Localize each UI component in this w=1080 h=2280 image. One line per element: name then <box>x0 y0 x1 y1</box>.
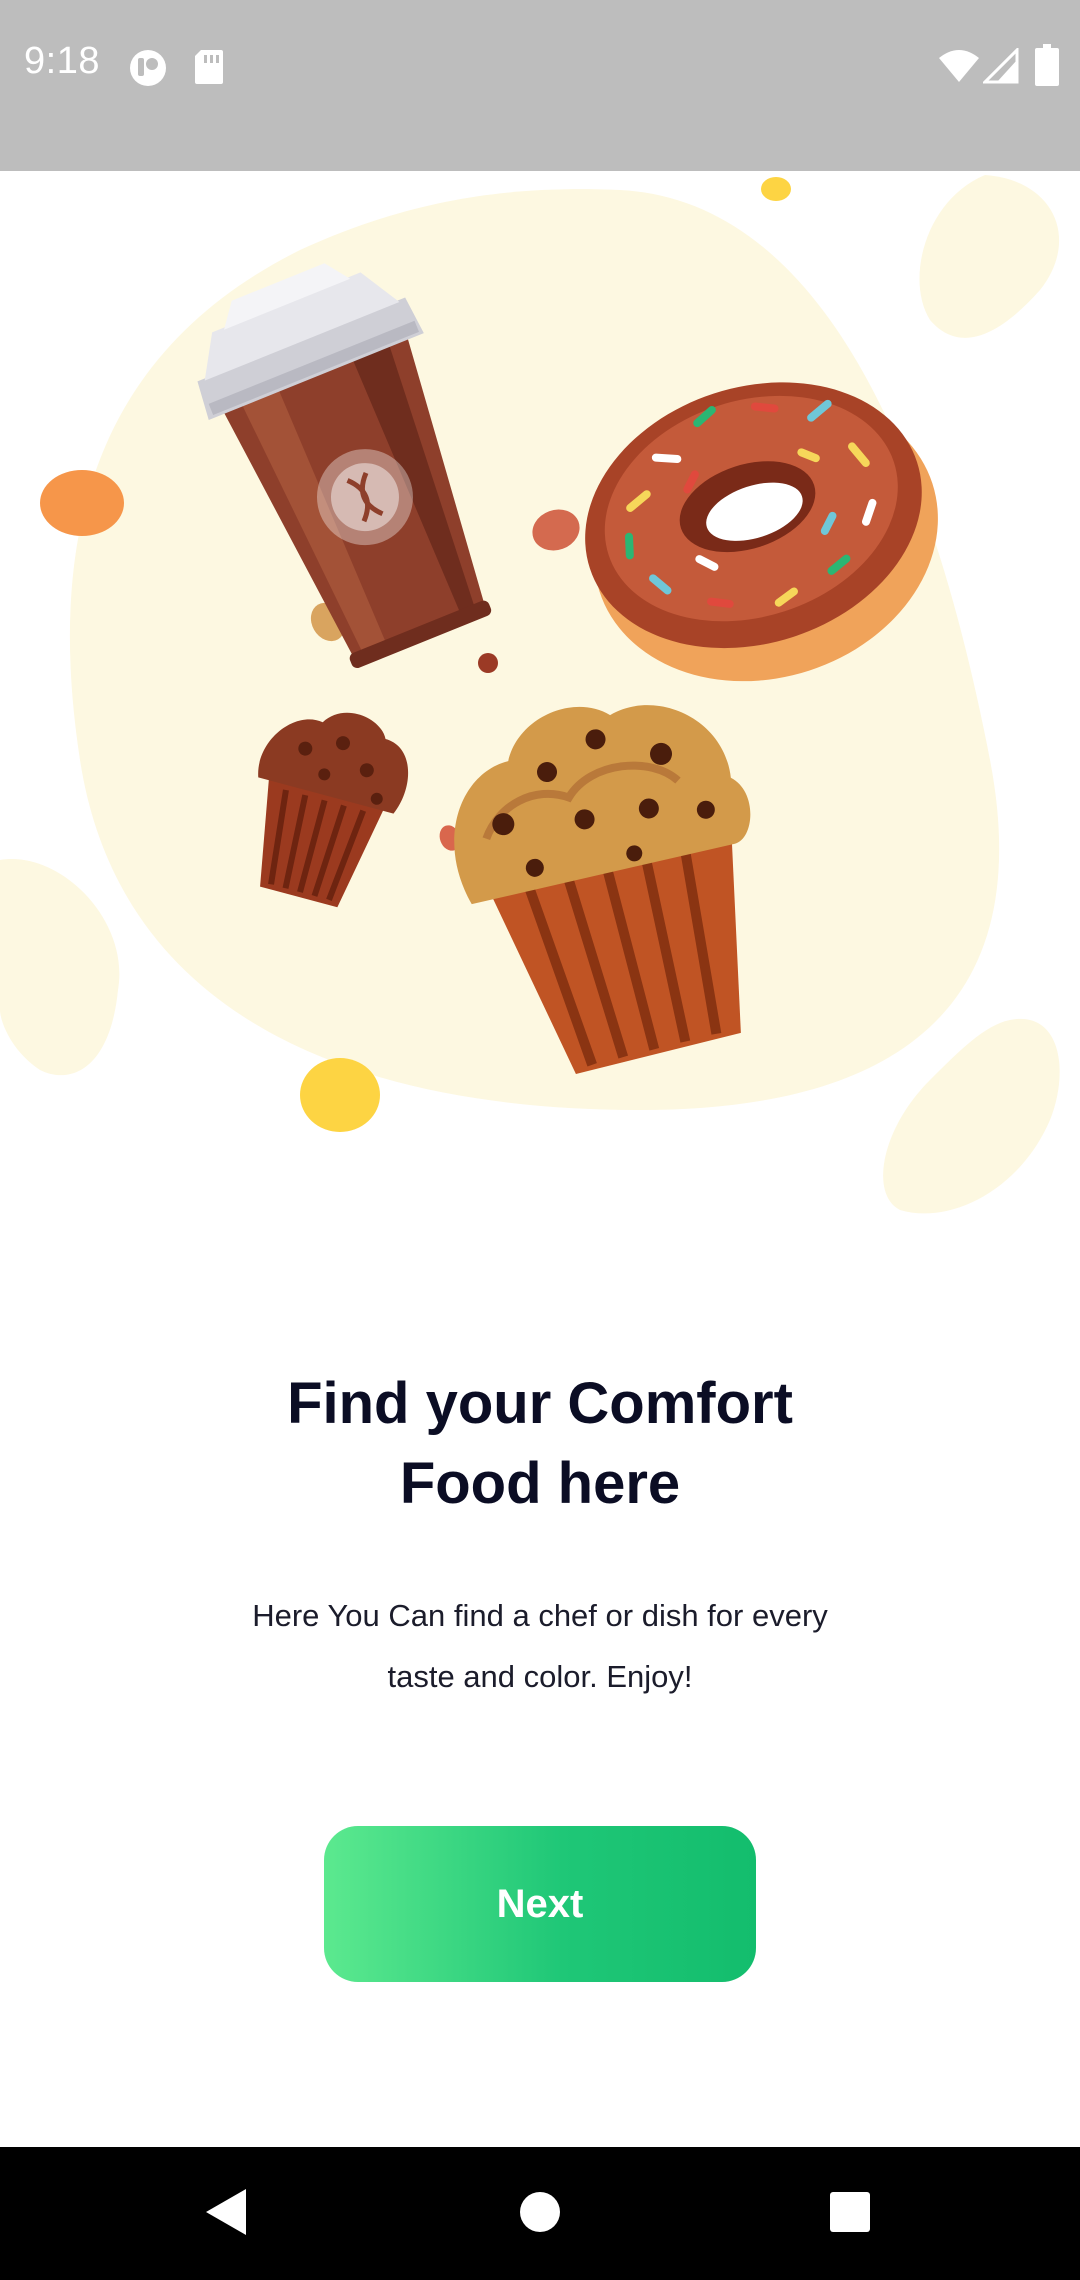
wifi-icon <box>939 50 979 82</box>
title-line-1: Find your Comfort <box>287 1371 793 1436</box>
cellular-signal-icon <box>983 48 1019 84</box>
profile-badge-icon <box>130 50 166 86</box>
title-line-2: Food here <box>399 1451 681 1516</box>
status-time: 9:18 <box>24 40 100 82</box>
blob-top-right <box>919 175 1060 338</box>
brown-dot <box>478 653 498 673</box>
back-icon[interactable] <box>204 2187 248 2237</box>
yellow-dot-top <box>761 177 791 201</box>
sd-card-icon <box>195 50 223 84</box>
battery-icon <box>1035 44 1059 86</box>
next-button[interactable]: Next <box>324 1826 756 1982</box>
next-button-label: Next <box>496 1881 584 1926</box>
subtitle-line-1: Here You Can find a chef or dish for eve… <box>252 1598 828 1633</box>
blob-bottom-right <box>883 1018 1060 1214</box>
status-bar: 9:18 <box>0 0 1080 171</box>
recents-icon[interactable] <box>829 2191 871 2233</box>
blob-left <box>0 859 120 1076</box>
home-icon[interactable] <box>519 2191 561 2233</box>
onboarding-subtitle: Here You Can find a chef or dish for eve… <box>140 1585 940 1707</box>
yellow-drop-bottom <box>300 1058 380 1132</box>
food-illustration <box>0 175 1060 1214</box>
subtitle-line-2: taste and color. Enjoy! <box>387 1659 693 1694</box>
onboarding-title: Find your Comfort Food here <box>140 1364 940 1524</box>
navigation-bar <box>0 2147 1080 2280</box>
orange-drop <box>40 470 124 536</box>
